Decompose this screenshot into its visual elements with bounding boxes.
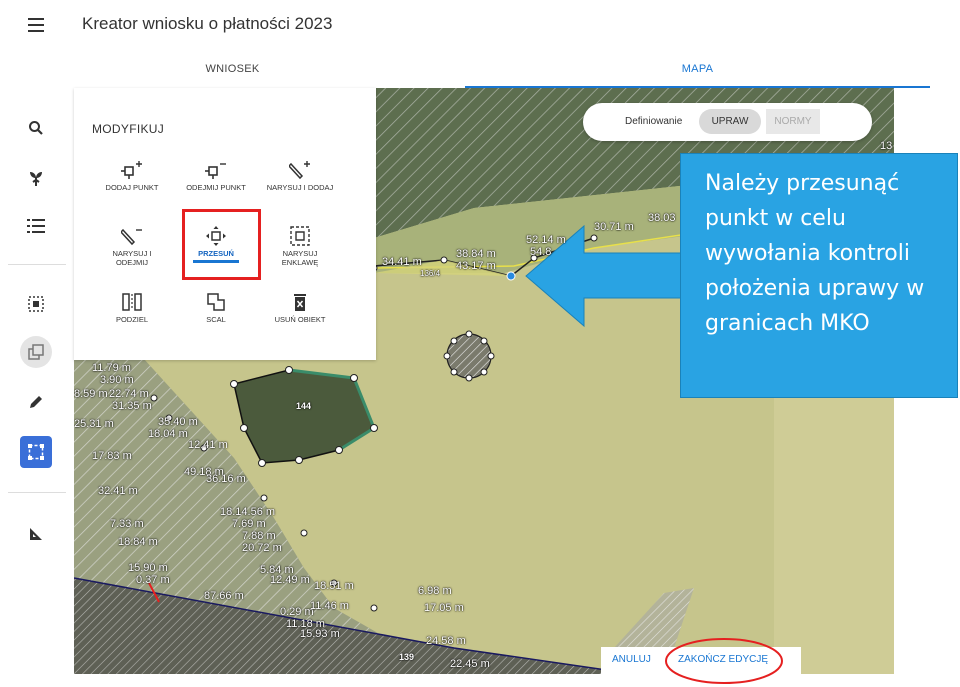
crops-option-button[interactable]: UPRAW (699, 109, 761, 134)
copy-object-button[interactable] (20, 336, 52, 368)
layer-list-button[interactable] (20, 210, 52, 242)
enclave-icon (290, 226, 310, 246)
measurement-label: 0.29 m (280, 606, 314, 618)
pencil-icon (30, 396, 42, 408)
top-bar: Kreator wniosku o płatności 2023 (0, 0, 960, 50)
select-object-button[interactable] (20, 288, 52, 320)
draw-subtract-icon (121, 228, 142, 246)
measurement-label: 15.93 m (300, 628, 340, 640)
measurement-label: 87.66 m (204, 590, 244, 602)
page-title: Kreator wniosku o płatności 2023 (82, 14, 333, 33)
copy-icon (28, 344, 44, 360)
measurement-label: 31.35 m (112, 400, 152, 412)
search-tool-button[interactable] (20, 112, 52, 144)
measurement-label: 18.14.56 m (220, 506, 276, 518)
measurement-label: 54.8 (530, 246, 552, 258)
measurement-label: 22.74 m (109, 388, 149, 400)
draw-enclave-tool[interactable]: NARYSUJ ENKLAWĘ (264, 226, 336, 267)
draw-add-icon (289, 161, 310, 180)
measure-tool-button[interactable] (20, 518, 52, 550)
measurement-label: 0.37 m (136, 574, 170, 586)
measurement-label: 34.41 m (382, 256, 422, 268)
ruler-triangle-icon (30, 528, 42, 540)
measurement-label: 22.45 m (450, 658, 490, 670)
measurement-label: 25.31 m (74, 418, 114, 430)
definition-label: Definiowanie (625, 116, 683, 127)
crop-layer-button[interactable] (20, 162, 52, 194)
tab-bar: WNIOSEK MAPA (0, 50, 960, 88)
measurement-label: 7.69 m (232, 518, 266, 530)
measurement-label: 18.04 m (148, 428, 188, 440)
measurement-label: 11.46 m (310, 600, 349, 612)
toolbar-divider (8, 492, 66, 493)
measurement-label: 30.71 m (594, 221, 634, 233)
parcel-number: 136/4 (420, 269, 441, 278)
measurement-label: 15.90 m (128, 562, 168, 574)
measurement-label: 18.51 m (314, 580, 354, 592)
measurement-label: 20.72 m (242, 542, 282, 554)
measurement-label: 35.40 m (158, 416, 198, 428)
toolbar-divider (8, 264, 66, 265)
measurement-label: 24.58 m (426, 635, 466, 647)
add-point-icon (121, 161, 142, 179)
cancel-button[interactable]: ANULUJ (612, 654, 651, 665)
remove-point-icon (205, 163, 226, 179)
measurement-label: 6.98 m (418, 585, 452, 597)
measurement-label: 17.05 m (424, 602, 464, 614)
measurement-label: 7.88 m (242, 530, 276, 542)
measurement-label: 43.17 m (456, 260, 496, 272)
measurement-label: 18.84 m (118, 536, 158, 548)
delete-object-tool[interactable]: USUŃ OBIEKT (264, 292, 336, 324)
list-icon (27, 219, 45, 233)
measurement-label: 38.03 (648, 212, 676, 224)
measurement-label: 12.49 m (270, 574, 310, 586)
definition-toggle: Definiowanie UPRAW NORMY (583, 103, 872, 141)
measurement-label: 3.90 m (100, 374, 134, 386)
callout-text: Należy przesunąć punkt w celu wywołania … (705, 171, 925, 336)
tab-mapa[interactable]: MAPA (465, 50, 930, 88)
parcel-number: 144 (296, 401, 312, 411)
measurement-label: 7.33 m (110, 518, 144, 530)
search-icon (29, 121, 43, 135)
draw-and-add-tool[interactable]: NARYSUJ I DODAJ (264, 160, 336, 192)
tab-wniosek[interactable]: WNIOSEK (0, 50, 465, 88)
measurement-label: 36.16 m (206, 473, 246, 485)
add-point-tool[interactable]: DODAJ PUNKT (96, 160, 168, 192)
trash-icon (294, 294, 306, 311)
select-frame-icon (28, 296, 44, 312)
measurement-label: 52.14 m (526, 234, 566, 246)
merge-icon (207, 293, 225, 311)
modify-tool-button[interactable] (20, 436, 52, 468)
instruction-callout: Należy przesunąć punkt w celu wywołania … (680, 153, 958, 398)
draw-and-subtract-tool[interactable]: NARYSUJ I ODEJMIJ (96, 226, 168, 267)
parcel-number: 13 (880, 140, 893, 152)
remove-point-tool[interactable]: ODEJMIJ PUNKT (180, 160, 252, 192)
split-tool[interactable]: PODZIEL (96, 292, 168, 324)
measurement-label: 32.41 m (98, 485, 138, 497)
modify-frame-icon (28, 444, 44, 460)
panel-title: MODYFIKUJ (92, 122, 165, 136)
map-toolbar (0, 88, 75, 674)
highlight-ellipse (665, 638, 783, 684)
split-icon (122, 293, 142, 311)
measurement-label: 17.83 m (92, 450, 132, 462)
edit-button[interactable] (20, 386, 52, 418)
measurement-label: 38.84 m (456, 248, 496, 260)
highlight-box (182, 209, 261, 280)
measurement-label: 11.79 m (92, 362, 131, 374)
merge-tool[interactable]: SCAL (180, 292, 252, 324)
norms-option-button[interactable]: NORMY (766, 109, 820, 134)
parcel-number: 139 (399, 652, 415, 662)
measurement-label: 12.41 m (188, 439, 228, 451)
menu-icon[interactable] (28, 18, 44, 32)
plant-icon (30, 172, 42, 186)
measurement-label: 8.59 m (74, 388, 108, 400)
